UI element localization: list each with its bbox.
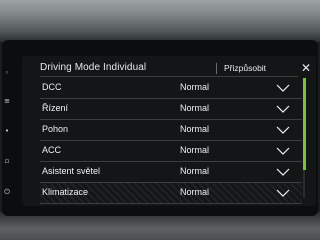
setting-label: Pohon [42, 124, 69, 134]
settings-icon[interactable]: • [0, 126, 14, 136]
car-interior-bottom [0, 212, 320, 240]
setting-value: Normal [180, 82, 210, 92]
chevron-down-icon[interactable] [276, 188, 290, 198]
media-icon[interactable]: ▫ [0, 156, 14, 166]
power-icon[interactable]: ⏻ [0, 187, 14, 197]
setting-row-steering[interactable]: Řízení Normal [40, 99, 302, 120]
setting-value: Normal [180, 187, 210, 197]
left-shortcut-strip: ◦ ≡ • ▫ ⏻ [0, 56, 20, 206]
setting-row-acc[interactable]: ACC Normal [40, 141, 302, 162]
setting-label: Řízení [42, 103, 69, 113]
setting-value: Normal [180, 103, 210, 113]
scrollbar-thumb[interactable] [303, 78, 306, 170]
home-icon[interactable]: ◦ [0, 68, 14, 78]
setting-row-light-assist[interactable]: Asistent světel Normal [40, 162, 302, 183]
header-divider [216, 63, 217, 74]
page-title: Driving Mode Individual [40, 62, 147, 73]
settings-list: DCC Normal Řízení Normal Pohon Normal AC… [40, 78, 302, 204]
header-underline [40, 76, 298, 77]
close-icon[interactable]: ✕ [299, 61, 313, 75]
setting-label: DCC [42, 82, 62, 92]
car-interior-top [0, 0, 320, 42]
chevron-down-icon[interactable] [276, 125, 290, 135]
setting-label: ACC [42, 145, 62, 155]
chevron-down-icon[interactable] [276, 146, 290, 156]
setting-label: Klimatizace [42, 187, 89, 197]
menu-icon[interactable]: ≡ [0, 96, 14, 106]
chevron-down-icon[interactable] [276, 104, 290, 114]
setting-row-dcc[interactable]: DCC Normal [40, 78, 302, 99]
setting-row-drive[interactable]: Pohon Normal [40, 120, 302, 141]
setting-value: Normal [180, 145, 210, 155]
setting-value: Normal [180, 124, 210, 134]
chevron-down-icon[interactable] [276, 83, 290, 93]
chevron-down-icon[interactable] [276, 167, 290, 177]
setting-value: Normal [180, 166, 210, 176]
setting-row-climate[interactable]: Klimatizace Normal [40, 183, 302, 204]
setting-label: Asistent světel [42, 166, 101, 176]
customize-button[interactable]: Přizpůsobit [224, 63, 266, 73]
